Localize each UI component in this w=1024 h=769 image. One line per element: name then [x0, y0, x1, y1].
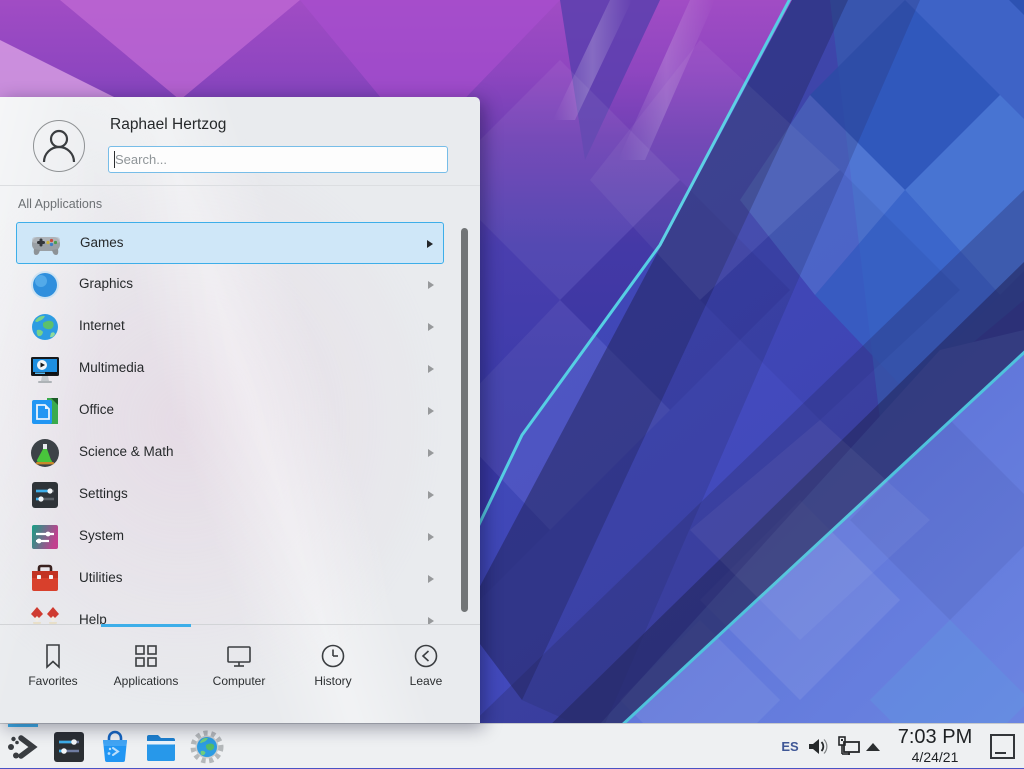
submenu-arrow-icon	[428, 617, 434, 624]
clock-icon	[319, 642, 347, 670]
category-row-utilities[interactable]: Utilities	[16, 558, 444, 600]
category-row-games[interactable]: Games	[16, 222, 444, 264]
category-label: Help	[79, 612, 107, 624]
submenu-arrow-icon	[428, 281, 434, 289]
category-row-internet[interactable]: Internet	[16, 306, 444, 348]
desktop: { "launcher": { "user_name": "Raphael He…	[0, 0, 1024, 768]
lifebuoy-icon	[29, 605, 61, 624]
discover-bag-icon[interactable]	[98, 730, 132, 764]
category-label: Graphics	[79, 276, 133, 291]
category-label: Internet	[79, 318, 125, 333]
documents-icon	[29, 395, 61, 427]
show-desktop-bar	[995, 752, 1006, 754]
tab-label: History	[287, 674, 379, 688]
leave-circle-icon	[412, 642, 440, 670]
submenu-arrow-icon	[428, 407, 434, 415]
category-label: Games	[80, 235, 124, 250]
submenu-arrow-icon	[428, 575, 434, 583]
category-row-help[interactable]: Help	[16, 600, 444, 624]
category-row-multimedia[interactable]: Multimedia	[16, 348, 444, 390]
keyboard-layout-indicator[interactable]: ES	[776, 724, 804, 769]
category-label: Science & Math	[79, 444, 174, 459]
text-caret	[114, 151, 115, 168]
expand-tray-caret-icon[interactable]	[866, 743, 880, 751]
tab-label: Favorites	[7, 674, 99, 688]
submenu-arrow-icon	[428, 365, 434, 373]
category-label: Office	[79, 402, 114, 417]
submenu-arrow-icon	[428, 491, 434, 499]
show-desktop-button[interactable]	[990, 734, 1015, 759]
browser-globe-gear-icon[interactable]	[190, 730, 224, 764]
tab-favorites[interactable]: Favorites	[7, 628, 99, 720]
launcher-header: Raphael Hertzog	[0, 97, 480, 186]
category-row-settings[interactable]: Settings	[16, 474, 444, 516]
monitor-icon	[225, 642, 253, 670]
flask-icon	[29, 437, 61, 469]
volume-icon[interactable]	[806, 735, 829, 758]
category-row-graphics[interactable]: Graphics	[16, 264, 444, 306]
sliders-color-icon	[29, 521, 61, 553]
menu-scrollbar[interactable]	[461, 228, 468, 612]
category-row-science[interactable]: Science & Math	[16, 432, 444, 474]
active-tab-indicator	[101, 624, 191, 627]
clock-time: 7:03 PM	[890, 725, 980, 749]
system-settings-icon[interactable]	[52, 730, 86, 764]
search-input[interactable]	[108, 146, 448, 173]
blue-sphere-icon	[29, 269, 61, 301]
tab-history[interactable]: History	[287, 628, 379, 720]
kde-launcher-icon[interactable]	[6, 730, 40, 764]
user-name: Raphael Hertzog	[110, 116, 226, 134]
category-list: Games Graphics	[16, 222, 464, 624]
bookmark-icon	[39, 642, 67, 670]
taskbar: ES 7:03 PM 4/24/21	[0, 723, 1024, 768]
category-label: Multimedia	[79, 360, 144, 375]
user-avatar-icon[interactable]	[33, 120, 85, 172]
tab-leave[interactable]: Leave	[380, 628, 472, 720]
category-label: Utilities	[79, 570, 123, 585]
application-launcher-menu: Raphael Hertzog All Applications	[0, 97, 480, 723]
tab-applications[interactable]: Applications	[100, 628, 192, 720]
sliders-dark-icon	[29, 479, 61, 511]
submenu-arrow-icon	[427, 240, 433, 248]
network-icon[interactable]	[837, 735, 862, 758]
tab-label: Applications	[100, 674, 192, 688]
submenu-arrow-icon	[428, 533, 434, 541]
tab-computer[interactable]: Computer	[193, 628, 285, 720]
app-grid-icon	[132, 642, 160, 670]
category-label: Settings	[79, 486, 128, 501]
submenu-arrow-icon	[428, 323, 434, 331]
tabbar-separator	[0, 624, 480, 625]
globe-icon	[29, 311, 61, 343]
submenu-arrow-icon	[428, 449, 434, 457]
gamepad-icon	[30, 228, 62, 260]
active-app-indicator	[8, 724, 38, 727]
search-field-wrap	[108, 146, 448, 173]
digital-clock[interactable]: 7:03 PM 4/24/21	[890, 725, 980, 765]
file-manager-folder-icon[interactable]	[144, 730, 178, 764]
category-label: System	[79, 528, 124, 543]
section-label: All Applications	[18, 197, 102, 211]
category-row-system[interactable]: System	[16, 516, 444, 558]
tab-label: Computer	[193, 674, 285, 688]
category-row-office[interactable]: Office	[16, 390, 444, 432]
clock-date: 4/24/21	[890, 749, 980, 765]
media-player-icon	[29, 353, 61, 385]
toolbox-icon	[29, 563, 61, 595]
tab-label: Leave	[380, 674, 472, 688]
